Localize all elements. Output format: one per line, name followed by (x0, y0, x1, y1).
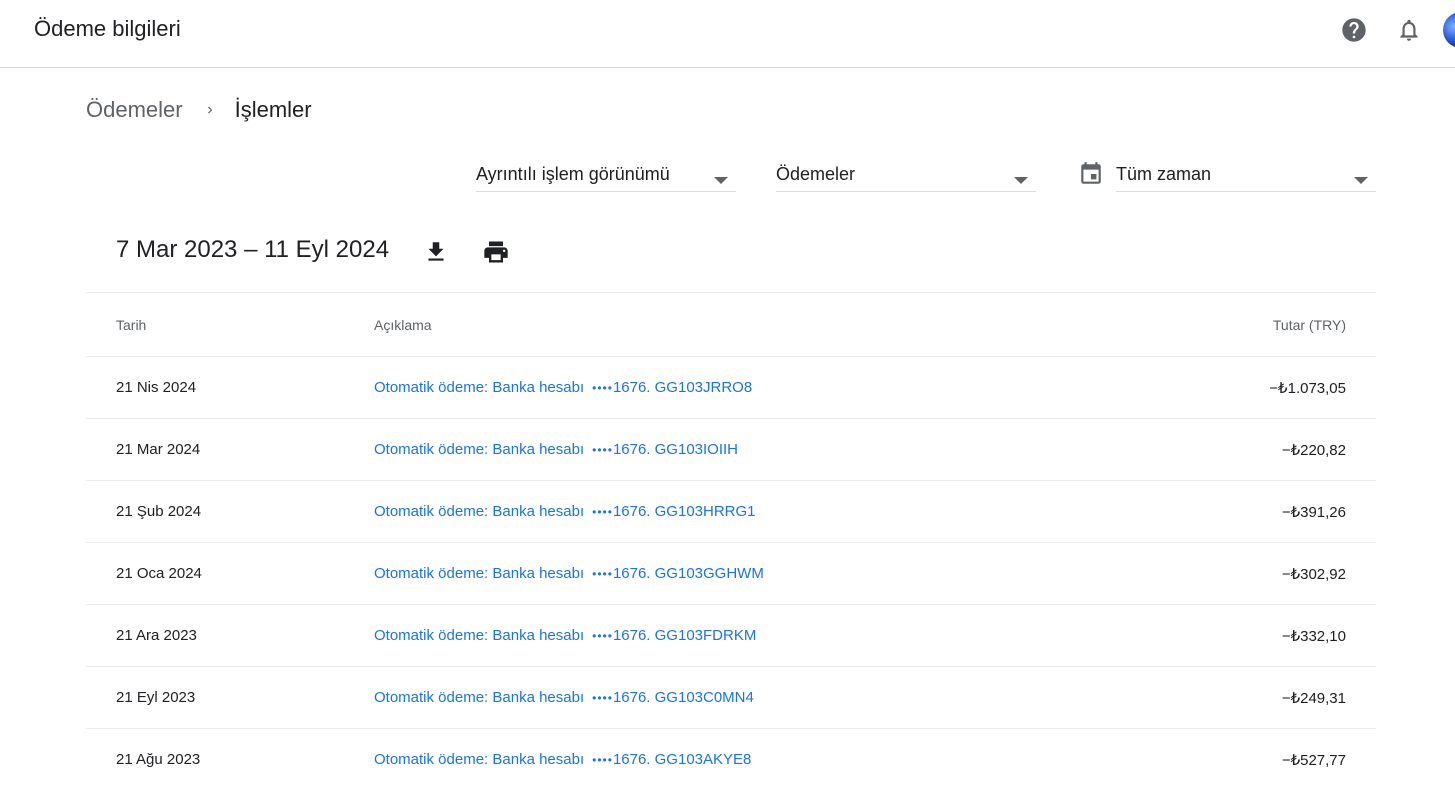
reference-text: 1676. GG103HRRG1 (612, 503, 756, 520)
view-select[interactable]: Ayrıntılı işlem görünümü (476, 156, 736, 192)
table-row: 21 Şub 2024 Otomatik ödeme: Banka hesabı… (86, 480, 1376, 542)
breadcrumb-current: İşlemler (234, 97, 312, 122)
notifications-icon[interactable] (1395, 16, 1423, 44)
column-header-description: Açıklama (374, 316, 432, 333)
row-description-link[interactable]: Otomatik ödeme: Banka hesabı •••• 1676. … (374, 357, 752, 418)
row-description-link[interactable]: Otomatik ödeme: Banka hesabı •••• 1676. … (374, 729, 751, 790)
description-text: Otomatik ödeme: Banka hesabı (374, 751, 585, 768)
row-description-link[interactable]: Otomatik ödeme: Banka hesabı •••• 1676. … (374, 419, 738, 480)
dropdown-arrow-icon (714, 171, 728, 189)
view-select-value: Ayrıntılı işlem görünümü (476, 164, 670, 184)
column-header-amount: Tutar (TRY) (1272, 316, 1346, 333)
description-text: Otomatik ödeme: Banka hesabı (374, 503, 585, 520)
masked-account-dots: •••• (592, 442, 613, 457)
calendar-icon[interactable] (1078, 160, 1104, 193)
reference-text: 1676. GG103IOIIH (612, 441, 739, 458)
transactions-table: Tarih Açıklama Tutar (TRY) 21 Nis 2024 O… (86, 292, 1376, 790)
row-description-link[interactable]: Otomatik ödeme: Banka hesabı •••• 1676. … (374, 605, 756, 666)
description-text: Otomatik ödeme: Banka hesabı (374, 689, 585, 706)
reference-text: 1676. GG103C0MN4 (612, 689, 754, 706)
reference-text: 1676. GG103AKYE8 (612, 751, 752, 768)
dropdown-arrow-icon (1014, 171, 1028, 189)
row-amount: −₺391,26 (1281, 503, 1346, 521)
description-text: Otomatik ödeme: Banka hesabı (374, 379, 585, 396)
row-amount: −₺302,92 (1281, 565, 1346, 583)
type-select[interactable]: Ödemeler (776, 156, 1036, 192)
breadcrumb: Ödemeler İşlemler (86, 97, 312, 123)
row-amount: −₺249,31 (1281, 689, 1346, 707)
table-row: 21 Oca 2024 Otomatik ödeme: Banka hesabı… (86, 542, 1376, 604)
app-title: Ödeme bilgileri (34, 16, 181, 41)
masked-account-dots: •••• (592, 690, 613, 705)
masked-account-dots: •••• (592, 504, 613, 519)
help-icon[interactable] (1340, 16, 1368, 44)
row-description-link[interactable]: Otomatik ödeme: Banka hesabı •••• 1676. … (374, 543, 764, 604)
table-row: 21 Ağu 2023 Otomatik ödeme: Banka hesabı… (86, 728, 1376, 790)
row-date: 21 Ara 2023 (116, 627, 197, 644)
masked-account-dots: •••• (592, 628, 613, 643)
description-text: Otomatik ödeme: Banka hesabı (374, 441, 585, 458)
row-description-link[interactable]: Otomatik ödeme: Banka hesabı •••• 1676. … (374, 667, 754, 728)
table-header: Tarih Açıklama Tutar (TRY) (86, 292, 1376, 356)
row-amount: −₺220,82 (1281, 441, 1346, 459)
row-date: 21 Ağu 2023 (116, 751, 201, 768)
row-date: 21 Oca 2024 (116, 565, 202, 582)
description-text: Otomatik ödeme: Banka hesabı (374, 627, 585, 644)
table-row: 21 Nis 2024 Otomatik ödeme: Banka hesabı… (86, 356, 1376, 418)
row-date: 21 Nis 2024 (116, 379, 197, 396)
account-avatar[interactable] (1443, 12, 1455, 48)
reference-text: 1676. GG103GGHWM (612, 565, 764, 582)
masked-account-dots: •••• (592, 752, 613, 767)
row-description-link[interactable]: Otomatik ödeme: Banka hesabı •••• 1676. … (374, 481, 756, 542)
row-date: 21 Eyl 2023 (116, 689, 196, 706)
chevron-right-icon (203, 103, 217, 117)
masked-account-dots: •••• (592, 380, 613, 395)
table-row: 21 Eyl 2023 Otomatik ödeme: Banka hesabı… (86, 666, 1376, 728)
row-amount: −₺1.073,05 (1269, 379, 1346, 397)
download-icon[interactable] (422, 238, 450, 266)
reference-text: 1676. GG103JRRO8 (612, 379, 753, 396)
reference-text: 1676. GG103FDRKM (612, 627, 757, 644)
description-text: Otomatik ödeme: Banka hesabı (374, 565, 585, 582)
period-select-value: Tüm zaman (1116, 164, 1212, 184)
top-bar: Ödeme bilgileri (0, 0, 1455, 68)
date-range-title: 7 Mar 2023 – 11 Eyl 2024 (116, 236, 390, 263)
period-select[interactable]: Tüm zaman (1116, 156, 1376, 192)
row-date: 21 Mar 2024 (116, 441, 201, 458)
masked-account-dots: •••• (592, 566, 613, 581)
row-amount: −₺332,10 (1281, 627, 1346, 645)
table-row: 21 Ara 2023 Otomatik ödeme: Banka hesabı… (86, 604, 1376, 666)
type-select-value: Ödemeler (776, 164, 856, 184)
row-amount: −₺527,77 (1281, 751, 1346, 769)
column-header-date[interactable]: Tarih (116, 293, 146, 356)
row-date: 21 Şub 2024 (116, 503, 202, 520)
table-row: 21 Mar 2024 Otomatik ödeme: Banka hesabı… (86, 418, 1376, 480)
breadcrumb-payments-link[interactable]: Ödemeler (86, 97, 183, 123)
print-icon[interactable] (482, 238, 510, 266)
dropdown-arrow-icon (1354, 171, 1368, 189)
